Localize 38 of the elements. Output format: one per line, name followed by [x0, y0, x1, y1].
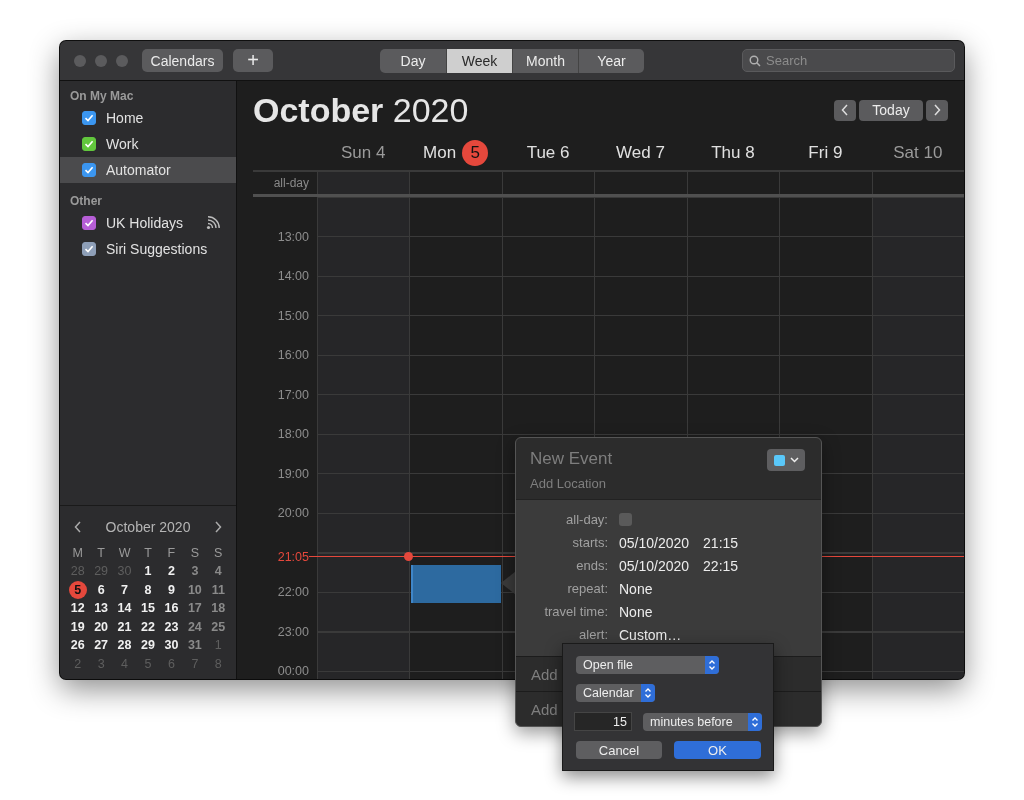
field-label: repeat:	[566, 581, 608, 596]
weekday-label: T	[143, 544, 153, 562]
time-label: 21:05	[276, 548, 310, 566]
time-label: 20:00	[276, 506, 310, 522]
month-title: October 2020	[253, 90, 469, 130]
weekday-label: M	[71, 544, 84, 562]
weekday-label: S	[189, 544, 200, 562]
time-label: 16:00	[276, 348, 310, 364]
time-label: 22:00	[276, 585, 310, 601]
day-heading: Wed 7	[616, 143, 665, 163]
day-heading: Thu 8	[711, 143, 755, 163]
time-label: 18:00	[276, 427, 310, 443]
field-label: alert:	[578, 627, 608, 642]
field-label: starts:	[571, 535, 608, 550]
day-heading: Sat 10	[893, 143, 943, 163]
day-heading: Tue 6	[526, 143, 570, 163]
time-label: 23:00	[276, 624, 310, 641]
day-heading: Fri 9	[808, 143, 843, 163]
time-label: 14:00	[276, 269, 310, 285]
sidebar-heading: On My Mac	[69, 88, 135, 105]
weekday-label: F	[166, 544, 177, 562]
time-label: 13:00	[276, 229, 310, 246]
weekday-label: W	[117, 544, 132, 562]
time-label: 15:00	[276, 308, 310, 325]
time-label: 17:00	[276, 387, 310, 404]
weekday-label: T	[96, 544, 106, 562]
day-heading: Mon	[423, 143, 457, 163]
day-heading: Sun 4	[341, 143, 386, 163]
time-label: 19:00	[276, 466, 310, 483]
all-day-label: all-day	[272, 175, 310, 192]
time-label: 00:00	[276, 664, 310, 679]
sidebar-heading: Other	[69, 193, 103, 210]
month-title: October 2020	[105, 518, 191, 535]
date-badge: 5	[462, 140, 489, 166]
field-label: ends:	[575, 558, 608, 573]
field-label: travel time:	[543, 604, 608, 619]
weekday-label: S	[213, 544, 224, 562]
field-label: all-day:	[565, 512, 608, 527]
